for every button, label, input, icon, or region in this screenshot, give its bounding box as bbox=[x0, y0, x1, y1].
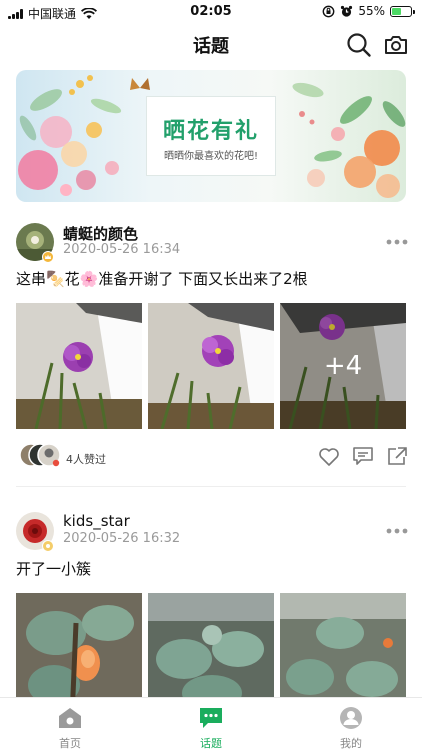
post-divider bbox=[16, 486, 406, 487]
likes-count[interactable]: 4人赞过 bbox=[66, 451, 106, 467]
post-photo[interactable] bbox=[16, 303, 142, 429]
more-photos-count: +4 bbox=[280, 303, 406, 429]
flower-photo-2 bbox=[148, 303, 274, 429]
nav-bar: 话题 bbox=[0, 24, 422, 64]
banner-card: 晒花有礼 晒晒你最喜欢的花吧! bbox=[146, 96, 276, 176]
person-icon bbox=[340, 707, 362, 729]
post-photo[interactable] bbox=[148, 303, 274, 429]
battery-icon bbox=[390, 5, 415, 17]
post-card: kids_star 2020-05-26 16:32 开了一小簇 bbox=[0, 510, 422, 719]
tab-label: 话题 bbox=[200, 737, 222, 750]
post-date: 2020-05-26 16:34 bbox=[63, 242, 181, 257]
search-icon[interactable] bbox=[346, 32, 372, 58]
camera-icon[interactable] bbox=[383, 32, 409, 58]
post-photo[interactable]: +4 bbox=[280, 303, 406, 429]
status-right: 55% bbox=[322, 4, 415, 18]
topic-banner[interactable]: 晒花有礼 晒晒你最喜欢的花吧! bbox=[16, 70, 406, 202]
tab-topic[interactable]: 话题 bbox=[171, 702, 251, 750]
more-options-icon[interactable] bbox=[386, 239, 408, 245]
user-name[interactable]: kids_star bbox=[63, 512, 130, 530]
like-heart-icon[interactable] bbox=[318, 447, 340, 467]
status-bar: 中国联通 02:05 55% bbox=[0, 0, 422, 24]
user-name[interactable]: 蜻蜓的颜色 bbox=[63, 223, 138, 244]
liker-avatars[interactable] bbox=[18, 442, 62, 468]
tab-label: 首页 bbox=[59, 737, 81, 750]
post-date: 2020-05-26 16:32 bbox=[63, 531, 181, 546]
tab-home[interactable]: 首页 bbox=[30, 702, 110, 750]
banner-subtitle: 晒晒你最喜欢的花吧! bbox=[163, 151, 258, 162]
flower-photo-1 bbox=[16, 303, 142, 429]
tab-bar: 首页 话题 我的 bbox=[0, 697, 422, 750]
home-icon bbox=[59, 708, 81, 728]
battery-percent: 55% bbox=[358, 4, 385, 18]
comment-icon[interactable] bbox=[352, 446, 374, 466]
post-text: 开了一小簇 bbox=[16, 560, 92, 578]
battery-fill bbox=[392, 7, 401, 15]
rotation-lock-icon bbox=[322, 5, 335, 17]
badge-icon bbox=[42, 540, 54, 552]
more-options-icon[interactable] bbox=[386, 528, 408, 534]
crown-badge-icon bbox=[42, 251, 54, 263]
tab-mine[interactable]: 我的 bbox=[311, 702, 391, 750]
liker-avatar-group bbox=[19, 443, 61, 467]
tab-label: 我的 bbox=[340, 737, 362, 750]
post-text: 这串🍢花🌸准备开谢了 下面又长出来了2根 bbox=[16, 270, 308, 288]
post-card: 蜻蜓的颜色 2020-05-26 16:34 这串🍢花🌸准备开谢了 下面又长出来… bbox=[0, 218, 422, 488]
share-icon[interactable] bbox=[386, 446, 408, 467]
chat-bubble-icon bbox=[200, 708, 222, 728]
alarm-icon bbox=[341, 5, 353, 17]
banner-headline: 晒花有礼 bbox=[162, 119, 259, 144]
